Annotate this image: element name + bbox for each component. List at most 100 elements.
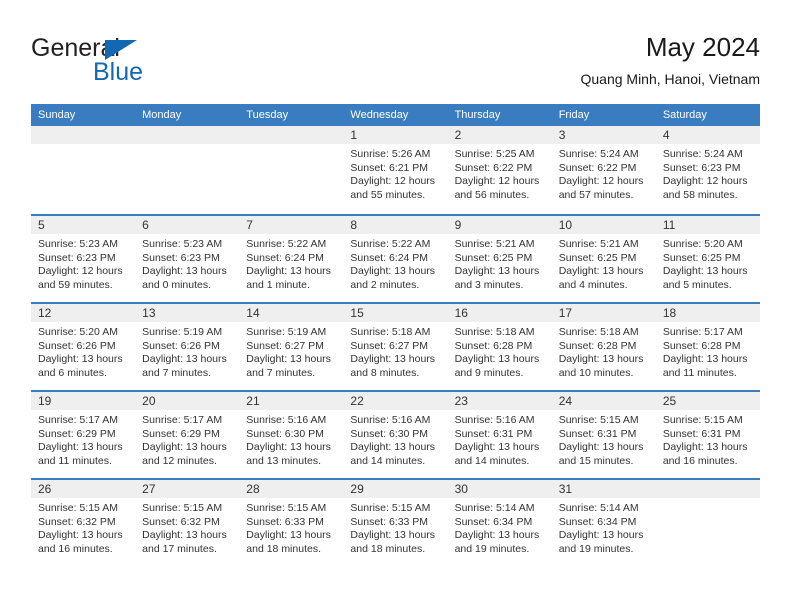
day-details: Sunrise: 5:16 AM Sunset: 6:31 PM Daylight:…: [448, 410, 552, 468]
day-details: [31, 144, 135, 148]
calendar-day-cell[interactable]: 17 Sunrise: 5:18 AM Sunset: 6:28 PM Dayligh…: [551, 304, 656, 390]
day-detail-line: Sunrise: 5:18 AM: [558, 326, 639, 338]
day-number-band: 4: [655, 126, 760, 144]
day-detail-line: Sunrise: 5:16 AM: [350, 414, 431, 426]
day-detail-line: Daylight: 13 hours: [38, 353, 123, 366]
day-detail-line: Sunset: 6:30 PM: [350, 427, 429, 440]
day-detail-line: Sunset: 6:34 PM: [558, 515, 637, 528]
day-number-band: [135, 126, 240, 144]
day-number-band: 17: [551, 304, 656, 322]
calendar-day-cell[interactable]: 28 Sunrise: 5:15 AM Sunset: 6:33 PM Dayligh…: [239, 480, 344, 566]
day-detail-line: Sunset: 6:34 PM: [454, 515, 533, 528]
day-number-band: [655, 480, 760, 498]
calendar-day-cell[interactable]: 9 Sunrise: 5:21 AM Sunset: 6:25 PM Daylight…: [447, 216, 552, 302]
calendar-day-cell[interactable]: 27 Sunrise: 5:15 AM Sunset: 6:32 PM Dayligh…: [135, 480, 240, 566]
calendar-day-cell[interactable]: 30 Sunrise: 5:14 AM Sunset: 6:34 PM Dayligh…: [447, 480, 552, 566]
calendar-empty-cell: [31, 126, 136, 214]
day-number-band: 25: [655, 392, 760, 410]
day-details: [656, 498, 760, 502]
day-detail-line: and 16 minutes.: [38, 542, 113, 555]
calendar-day-cell[interactable]: 4 Sunrise: 5:24 AM Sunset: 6:23 PM Daylight…: [655, 126, 760, 214]
weekday-header-sunday: Sunday: [38, 109, 76, 121]
calendar-day-cell[interactable]: 2 Sunrise: 5:25 AM Sunset: 6:22 PM Daylight…: [447, 126, 552, 214]
calendar-day-cell[interactable]: 5 Sunrise: 5:23 AM Sunset: 6:23 PM Daylight…: [31, 216, 136, 302]
day-number: 17: [558, 306, 573, 320]
calendar-day-cell[interactable]: 31 Sunrise: 5:14 AM Sunset: 6:34 PM Dayligh…: [551, 480, 656, 566]
day-number-band: 10: [551, 216, 656, 234]
calendar-day-cell[interactable]: 19 Sunrise: 5:17 AM Sunset: 6:29 PM Dayligh…: [31, 392, 136, 478]
day-details: Sunrise: 5:23 AM Sunset: 6:23 PM Daylight:…: [135, 234, 239, 292]
day-details: Sunrise: 5:22 AM Sunset: 6:24 PM Daylight:…: [343, 234, 447, 292]
calendar-day-cell[interactable]: 14 Sunrise: 5:19 AM Sunset: 6:27 PM Dayligh…: [239, 304, 344, 390]
day-details: Sunrise: 5:16 AM Sunset: 6:30 PM Daylight:…: [239, 410, 343, 468]
calendar-day-cell[interactable]: 10 Sunrise: 5:21 AM Sunset: 6:25 PM Dayligh…: [551, 216, 656, 302]
day-detail-line: and 11 minutes.: [662, 366, 737, 379]
day-detail-line: Daylight: 13 hours: [350, 529, 436, 542]
calendar-day-cell[interactable]: 24 Sunrise: 5:15 AM Sunset: 6:31 PM Dayligh…: [551, 392, 656, 478]
day-number-band: 26: [31, 480, 136, 498]
day-number: 5: [38, 218, 45, 232]
day-detail-line: and 15 minutes.: [558, 454, 634, 467]
page-header: General Blue May 2024 Quang Minh, Hanoi,…: [31, 30, 760, 96]
day-number: 16: [454, 306, 468, 320]
calendar-day-cell[interactable]: 22 Sunrise: 5:16 AM Sunset: 6:30 PM Dayligh…: [343, 392, 448, 478]
day-details: Sunrise: 5:21 AM Sunset: 6:25 PM Daylight:…: [448, 234, 552, 292]
day-details: [239, 144, 343, 148]
day-detail-line: Daylight: 13 hours: [454, 353, 540, 366]
day-number-band: 21: [239, 392, 344, 410]
logo-text-blue: Blue: [93, 58, 144, 86]
calendar-day-cell[interactable]: 21 Sunrise: 5:16 AM Sunset: 6:30 PM Dayligh…: [239, 392, 344, 478]
calendar-day-cell[interactable]: 26 Sunrise: 5:15 AM Sunset: 6:32 PM Dayligh…: [31, 480, 136, 566]
day-number: 28: [246, 482, 260, 496]
day-detail-line: Daylight: 12 hours: [38, 265, 123, 278]
weekday-header-row: Sunday Monday Tuesday Wednesday Thursday Frid…: [31, 104, 760, 126]
day-detail-line: Daylight: 13 hours: [662, 353, 748, 366]
day-detail-line: Sunrise: 5:19 AM: [142, 326, 223, 338]
day-detail-line: Sunset: 6:32 PM: [142, 515, 220, 528]
day-detail-line: Sunrise: 5:21 AM: [558, 238, 639, 250]
calendar-day-cell[interactable]: 29 Sunrise: 5:15 AM Sunset: 6:33 PM Dayligh…: [343, 480, 448, 566]
day-number-band: 30: [447, 480, 552, 498]
day-detail-line: Sunset: 6:25 PM: [454, 251, 533, 264]
calendar-day-cell[interactable]: 3 Sunrise: 5:24 AM Sunset: 6:22 PM Daylight…: [551, 126, 656, 214]
page-title: May 2024: [645, 32, 760, 62]
calendar-day-cell[interactable]: 16 Sunrise: 5:18 AM Sunset: 6:28 PM Dayligh…: [447, 304, 552, 390]
day-detail-line: Sunrise: 5:15 AM: [662, 414, 743, 426]
day-detail-line: Sunset: 6:22 PM: [558, 161, 637, 174]
calendar-day-cell[interactable]: 20 Sunrise: 5:17 AM Sunset: 6:29 PM Dayligh…: [135, 392, 240, 478]
day-number-band: 20: [135, 392, 240, 410]
day-detail-line: Sunset: 6:33 PM: [246, 515, 324, 528]
weekday-header-wednesday: Wednesday: [350, 109, 409, 121]
calendar-day-cell[interactable]: 13 Sunrise: 5:19 AM Sunset: 6:26 PM Dayligh…: [135, 304, 240, 390]
day-number-band: 6: [135, 216, 240, 234]
calendar-day-cell[interactable]: 1 Sunrise: 5:26 AM Sunset: 6:21 PM Daylight…: [343, 126, 448, 214]
day-detail-line: Daylight: 13 hours: [142, 353, 227, 366]
calendar-day-cell[interactable]: 6 Sunrise: 5:23 AM Sunset: 6:23 PM Daylight…: [135, 216, 240, 302]
calendar-empty-cell: [655, 480, 760, 566]
day-detail-line: Sunset: 6:21 PM: [350, 161, 429, 174]
day-detail-line: and 17 minutes.: [142, 542, 217, 555]
calendar-day-cell[interactable]: 8 Sunrise: 5:22 AM Sunset: 6:24 PM Daylight…: [343, 216, 448, 302]
calendar-day-cell[interactable]: 23 Sunrise: 5:16 AM Sunset: 6:31 PM Dayligh…: [447, 392, 552, 478]
calendar-day-cell[interactable]: 18 Sunrise: 5:17 AM Sunset: 6:28 PM Dayligh…: [655, 304, 760, 390]
day-detail-line: Sunset: 6:23 PM: [38, 251, 116, 264]
day-number: 14: [246, 306, 260, 320]
calendar-day-cell[interactable]: 11 Sunrise: 5:20 AM Sunset: 6:25 PM Dayligh…: [655, 216, 760, 302]
day-detail-line: Sunset: 6:30 PM: [246, 427, 324, 440]
day-detail-line: Daylight: 13 hours: [246, 529, 331, 542]
day-detail-line: Sunset: 6:33 PM: [350, 515, 429, 528]
day-detail-line: Sunset: 6:24 PM: [350, 251, 429, 264]
day-detail-line: Daylight: 13 hours: [454, 441, 540, 454]
day-number: 6: [142, 218, 149, 232]
calendar-day-cell[interactable]: 15 Sunrise: 5:18 AM Sunset: 6:27 PM Dayligh…: [343, 304, 448, 390]
day-details: Sunrise: 5:22 AM Sunset: 6:24 PM Daylight:…: [239, 234, 343, 292]
calendar-day-cell[interactable]: 7 Sunrise: 5:22 AM Sunset: 6:24 PM Daylight…: [239, 216, 344, 302]
day-number: 22: [350, 394, 364, 408]
day-number-band: 28: [239, 480, 344, 498]
day-detail-line: and 57 minutes.: [558, 188, 634, 201]
day-detail-line: Sunrise: 5:16 AM: [246, 414, 327, 426]
calendar-day-cell[interactable]: 25 Sunrise: 5:15 AM Sunset: 6:31 PM Dayligh…: [655, 392, 760, 478]
calendar-day-cell[interactable]: 12 Sunrise: 5:20 AM Sunset: 6:26 PM Dayligh…: [31, 304, 136, 390]
day-detail-line: Sunrise: 5:22 AM: [350, 238, 431, 250]
day-detail-line: and 3 minutes.: [454, 278, 524, 291]
